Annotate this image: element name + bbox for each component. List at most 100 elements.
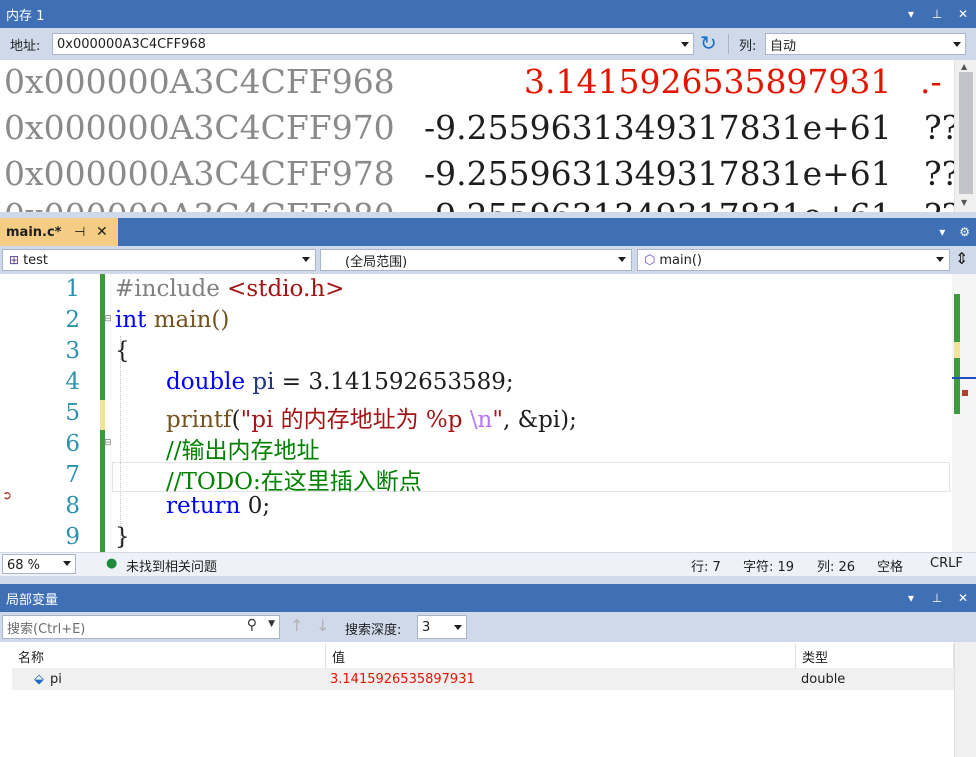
tab-main-c[interactable]: main.c* ⊣ ✕	[0, 218, 118, 246]
depth-select[interactable]: 3	[417, 615, 467, 639]
memory-value[interactable]: 3.1415926535897931	[524, 62, 891, 101]
memory-ascii: .-	[920, 62, 942, 101]
pin-icon[interactable]: ⊥	[930, 591, 944, 605]
char-indicator: 字符: 19	[743, 560, 795, 575]
close-icon[interactable]: ✕	[96, 224, 108, 240]
code-line: {	[115, 338, 130, 364]
local-type: double	[801, 671, 846, 687]
chevron-down-icon[interactable]: ▼	[268, 619, 275, 629]
project-value: test	[23, 252, 49, 268]
chevron-down-icon[interactable]	[681, 42, 689, 47]
collapse-icon[interactable]: ⊟	[104, 314, 112, 324]
column-value: 自动	[770, 38, 797, 54]
line-number: 3	[65, 338, 80, 364]
code-text: 0;	[240, 493, 271, 519]
splitter[interactable]	[0, 576, 976, 584]
arrow-up-icon[interactable]: ↑	[290, 616, 303, 635]
code-line: //TODO:在这里插入断点	[166, 462, 422, 496]
keyword: int	[115, 307, 147, 333]
issues-status[interactable]: 未找到相关问题	[126, 556, 217, 575]
brace: }	[115, 524, 130, 550]
address-label: 地址:	[10, 39, 41, 54]
collapse-icon[interactable]: ⊟	[104, 438, 112, 448]
function-call: printf	[166, 407, 232, 433]
line-ending-indicator[interactable]: CRLF	[930, 556, 963, 571]
line-indicator: 行: 7	[691, 560, 721, 575]
close-icon[interactable]: ✕	[956, 591, 970, 605]
memory-grid[interactable]: 0x000000A3C4CFF968 3.1415926535897931 .-…	[0, 60, 954, 212]
chevron-down-icon[interactable]	[63, 561, 71, 566]
tab-list-icon[interactable]: ▾	[939, 225, 945, 239]
locals-title: 局部变量	[6, 592, 59, 608]
memory-ascii: ??	[924, 196, 954, 212]
search-icon[interactable]: ⚲	[247, 617, 257, 633]
string-literal: "pi 的内存地址为 %p	[240, 407, 470, 433]
memory-ascii: ??	[924, 154, 954, 193]
chevron-down-icon[interactable]	[936, 257, 944, 262]
scope-select[interactable]: (全局范围)	[320, 249, 632, 271]
depth-value: 3	[422, 619, 431, 635]
locals-toolbar: 搜索(Ctrl+E) ⚲ ▼ ↑ ↓ 搜索深度: 3	[0, 612, 976, 642]
scope-value: (全局范围)	[345, 254, 408, 270]
method-icon: ⬡	[644, 252, 656, 268]
string-literal: "	[492, 407, 503, 433]
line-number: 7	[65, 462, 80, 488]
column-header-name[interactable]: 名称	[12, 644, 326, 668]
preprocessor-directive: #include	[115, 276, 220, 302]
address-input[interactable]: 0x000000A3C4CFF968	[52, 33, 694, 55]
brace: {	[115, 338, 130, 364]
line-number: 8	[65, 493, 80, 519]
code-line: int main()	[115, 307, 229, 333]
arrow-down-icon[interactable]: ↓	[316, 616, 329, 635]
local-type-cell: double	[796, 668, 954, 690]
column-header-value[interactable]: 值	[326, 644, 796, 668]
locals-titlebar: 局部变量 ▾ ⊥ ✕	[0, 584, 976, 612]
memory-titlebar: 内存 1 ▾ ⊥ ✕	[0, 0, 976, 28]
memory-title: 内存 1	[6, 8, 45, 24]
scroll-up-icon[interactable]: ▲	[961, 62, 967, 71]
memory-value[interactable]: -9.2559631349317831e+61	[424, 154, 892, 193]
refresh-icon[interactable]: ↻	[700, 31, 717, 55]
window-options-icon[interactable]: ▾	[904, 7, 918, 21]
code-line: }	[115, 524, 130, 550]
table-row[interactable]: ⬙ pi	[12, 668, 326, 690]
close-icon[interactable]: ✕	[956, 7, 970, 21]
local-value-cell[interactable]: 3.1415926535897931	[326, 668, 796, 690]
function-select[interactable]: ⬡ main()	[637, 249, 950, 271]
locals-search-input[interactable]: 搜索(Ctrl+E) ⚲ ▼	[2, 615, 280, 639]
gear-icon[interactable]: ⚙	[959, 225, 970, 239]
header-label: 值	[332, 650, 346, 666]
split-window-icon[interactable]: ⇕	[955, 249, 968, 268]
escape-sequence: \n	[469, 407, 493, 433]
code-scrollbar[interactable]	[952, 274, 976, 552]
column-header-type[interactable]: 类型	[796, 644, 954, 668]
function-value: main()	[659, 252, 702, 268]
scrollbar-thumb[interactable]	[959, 72, 973, 194]
code-line: printf("pi 的内存地址为 %p \n", &pi);	[166, 400, 577, 434]
scroll-down-icon[interactable]: ▼	[961, 198, 967, 207]
depth-label: 搜索深度:	[345, 623, 402, 638]
project-select[interactable]: ⊞ test	[2, 249, 316, 271]
memory-value[interactable]: -9.2559631349317831e+61	[424, 196, 892, 212]
chevron-down-icon[interactable]	[953, 42, 961, 47]
memory-scrollbar[interactable]: ▲ ▼	[954, 60, 976, 212]
chevron-down-icon[interactable]	[454, 625, 462, 630]
code-editor[interactable]: ⊟ ⊟ ➲ 1 2 3 4 5 6 7 8 9 #include <stdio.…	[0, 274, 952, 552]
pin-icon[interactable]: ⊥	[930, 7, 944, 21]
chevron-down-icon[interactable]	[302, 257, 310, 262]
memory-address: 0x000000A3C4CFF970	[4, 108, 395, 147]
address-value: 0x000000A3C4CFF968	[57, 36, 206, 52]
code-line: //输出内存地址	[166, 431, 320, 465]
column-select[interactable]: 自动	[765, 33, 966, 55]
memory-value[interactable]: -9.2559631349317831e+61	[424, 108, 892, 147]
column-indicator: 列: 26	[817, 560, 856, 575]
code-line: return 0;	[166, 493, 270, 519]
zoom-value: 68 %	[7, 558, 41, 573]
zoom-select[interactable]: 68 %	[2, 554, 76, 574]
whitespace-indicator[interactable]: 空格	[877, 556, 903, 575]
chevron-down-icon[interactable]	[618, 257, 626, 262]
pin-icon[interactable]: ⊣	[74, 225, 85, 240]
window-options-icon[interactable]: ▾	[904, 591, 918, 605]
function-signature: main()	[146, 307, 230, 333]
locals-scrollbar[interactable]	[954, 642, 976, 757]
